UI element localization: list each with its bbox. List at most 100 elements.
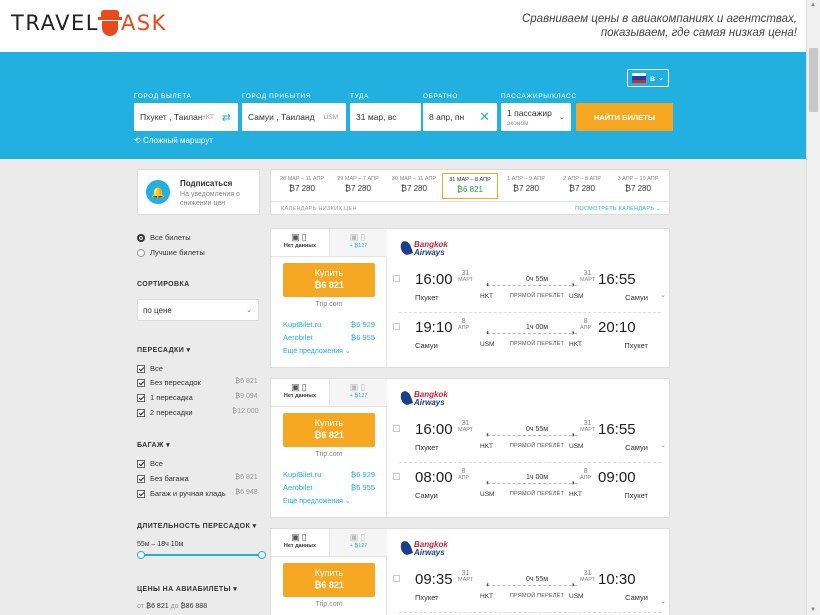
transfer-label: 2 пересадки — [150, 408, 193, 417]
flight-segment[interactable]: 08:00 8 АПР ◖ ◗ 1ч 00м ПРЯМОЙ ПЕРЕЛЁТ 8 АП… — [387, 468, 670, 509]
segment-checkbox[interactable] — [393, 425, 400, 432]
calendar-cell[interactable]: 3 АПР – 10 АПР ₿7 280 — [610, 173, 666, 199]
transfer-filter-2[interactable]: 2 пересадки ₿12 000 — [137, 408, 260, 418]
calendar-price: ₿7 280 — [289, 184, 315, 193]
chevron-down-icon[interactable]: ⌄ — [660, 597, 666, 605]
more-offers-link[interactable]: Ещё предложения ⌄ — [283, 347, 351, 355]
caret-down-icon: ▾ — [233, 586, 238, 593]
baggage-tab[interactable]: ▣▯ Нет данных — [271, 229, 329, 257]
chevron-down-icon: ⌄ — [657, 75, 664, 82]
baggage-filter-full[interactable]: Багаж и ручная кладь ₿6 948 — [137, 489, 260, 499]
depart-field[interactable]: 31 мар, вс — [350, 103, 421, 131]
arrival-time: 16:55 — [598, 271, 636, 288]
buy-button[interactable]: Купить ₿6 821 — [283, 263, 375, 297]
agent-link[interactable]: KupiBilet.ru — [283, 470, 321, 479]
page: TRAVEL ASK Сравниваем цены в авиакомпани… — [0, 0, 806, 615]
departure-date: 8 АПР — [458, 318, 469, 331]
clear-return-icon[interactable]: ✕ — [479, 109, 490, 125]
prices-title[interactable]: ЦЕНЫ НА АВИАБИЛЕТЫ ▾ — [137, 585, 237, 593]
departure-time: 08:00 — [415, 469, 453, 486]
to-value: Самуи , Таиланд — [248, 112, 315, 122]
calendar-dates: 1 АПР – 9 АПР — [507, 176, 545, 182]
scroll-up-icon[interactable]: ▲ — [810, 2, 816, 8]
segment-checkbox[interactable] — [393, 575, 400, 582]
agent-price[interactable]: ₿6 929 — [351, 320, 375, 329]
baggage-icon: ▣▯ — [291, 382, 309, 392]
scroll-down-icon[interactable]: ▼ — [810, 607, 816, 613]
calendar-cell[interactable]: 1 АПР – 9 АПР ₿7 280 — [498, 173, 554, 199]
duration-title[interactable]: ДЛИТЕЛЬНОСТЬ ПЕРЕСАДОК ▾ — [137, 522, 256, 530]
to-label: ГОРОД ПРИБЫТИЯ — [242, 93, 311, 100]
scrollbar-thumb[interactable] — [809, 48, 818, 112]
calendar-cell-selected[interactable]: 31 МАР – 8 АПР ₿6 821 — [442, 173, 498, 199]
chevron-down-icon[interactable]: ⌄ — [660, 441, 666, 449]
duration-range: 55м – 18ч 10м — [137, 541, 184, 548]
segment-checkbox[interactable] — [393, 323, 400, 330]
transfer-filter-1[interactable]: 1 пересадка ₿9 094 — [137, 393, 260, 403]
baggage-icon: ▣▯ — [291, 532, 309, 542]
landing-icon: ◗ — [571, 430, 576, 439]
landing-icon: ◗ — [571, 478, 576, 487]
duration-slider-track[interactable] — [141, 554, 262, 556]
baggage-label: Багаж и ручная кладь — [150, 489, 226, 498]
header: TRAVEL ASK Сравниваем цены в авиакомпани… — [0, 0, 806, 52]
baggage-filter-none[interactable]: Без багажа ₿6 821 — [137, 474, 260, 484]
departure-city: Пхукет — [415, 443, 439, 452]
calendar-cell[interactable]: 2 АПР – 8 АПР ₿7 280 — [554, 173, 610, 199]
arrival-code: HKT — [569, 341, 582, 348]
agency-name: Trip.com — [315, 301, 343, 308]
caret-down-icon: ▾ — [252, 523, 257, 530]
baggage-tab-extra[interactable]: ▣▯ + ₿127 — [329, 529, 387, 557]
duration-slider-min-handle[interactable] — [137, 551, 145, 559]
segment-divider — [399, 612, 661, 613]
chevron-down-icon[interactable]: ⌄ — [660, 291, 666, 299]
baggage-title[interactable]: БАГАЖ ▾ — [137, 441, 170, 449]
agent-price[interactable]: ₿6 955 — [351, 483, 375, 492]
flight-segment[interactable]: 16:00 31 МАРТ ◖ ◗ 0ч 55м ПРЯМОЙ ПЕРЕЛЁТ 3… — [387, 420, 670, 461]
segment-checkbox[interactable] — [393, 275, 400, 282]
calendar-cell[interactable]: 30 МАР – 11 АПР ₿7 280 — [386, 173, 442, 199]
language-select[interactable]: в ⌄ — [627, 69, 669, 87]
baggage-tab[interactable]: ▣▯ Нет данных — [271, 529, 329, 557]
month: АПР — [458, 475, 470, 481]
calendar-cell[interactable]: 28 МАР – 11 АПР ₿7 280 — [274, 173, 330, 199]
search-button[interactable]: НАЙТИ БИЛЕТЫ — [576, 103, 673, 131]
agent-link[interactable]: KupiBilet.ru — [283, 320, 321, 329]
swap-icon[interactable]: ⇄ — [222, 111, 231, 124]
to-field[interactable]: Самуи , Таиланд USM — [242, 103, 346, 131]
buy-button[interactable]: Купить ₿6 821 — [283, 413, 375, 447]
buy-button[interactable]: Купить ₿6 821 — [283, 563, 375, 597]
baggage-tab-extra[interactable]: ▣▯ + ₿127 — [329, 229, 387, 257]
baggage-icon: ▣▯ — [349, 532, 368, 542]
return-field[interactable]: 8 апр, пн ✕ — [423, 103, 497, 131]
agent-price[interactable]: ₿6 929 — [351, 470, 375, 479]
logo[interactable]: TRAVEL ASK — [11, 10, 167, 36]
flight-segment[interactable]: 16:00 31 МАРТ ◖ ◗ 0ч 55м ПРЯМОЙ ПЕРЕЛЁТ 3… — [387, 270, 670, 311]
baggage-tab-extra[interactable]: ▣▯ + ₿127 — [329, 379, 387, 407]
passengers-field[interactable]: 1 пассажир эконом ⌄ — [501, 103, 571, 131]
agent-link[interactable]: Aerobilet — [283, 333, 313, 342]
duration-slider-max-handle[interactable] — [258, 551, 266, 559]
flight-segment[interactable]: 19:10 8 АПР ◖ ◗ 1ч 00м ПРЯМОЙ ПЕРЕЛЁТ 8 АП… — [387, 318, 670, 359]
view-calendar-link[interactable]: ПОСМОТРЕТЬ КАЛЕНДАРЬ ⌄ — [575, 206, 661, 212]
all-tickets-radio[interactable]: Все билеты — [137, 233, 191, 243]
agent-price[interactable]: ₿6 955 — [351, 333, 375, 342]
transfer-filter-direct[interactable]: Без пересадок ₿6 821 — [137, 378, 260, 388]
baggage-filter-all[interactable]: Все — [137, 459, 260, 469]
segment-checkbox[interactable] — [393, 473, 400, 480]
calendar-price: ₿7 280 — [569, 184, 595, 193]
flight-segment[interactable]: 09:35 31 МАРТ ◖ ◗ 0ч 55м ПРЯМОЙ ПЕРЕЛЁТ 3… — [387, 570, 670, 611]
page-scrollbar[interactable]: ▲ ▼ — [806, 0, 820, 615]
route-line — [487, 585, 577, 586]
from-field[interactable]: Пхукет , Таилан HKT ⇄ — [134, 103, 238, 131]
sort-select[interactable]: по цене ⌄ — [137, 299, 259, 321]
agent-link[interactable]: Aerobilet — [283, 483, 313, 492]
complex-route-link[interactable]: ⟲ Сложный маршрут — [134, 136, 213, 145]
transfer-filter-all[interactable]: Все — [137, 364, 260, 374]
baggage-tab[interactable]: ▣▯ Нет данных — [271, 379, 329, 407]
subscribe-card[interactable]: 🔔 Подписаться На уведомления о снижении … — [137, 169, 260, 215]
more-offers-link[interactable]: Ещё предложения ⌄ — [283, 497, 351, 505]
calendar-cell[interactable]: 29 МАР – 7 АПР ₿7 280 — [330, 173, 386, 199]
best-tickets-radio[interactable]: Лучшие билеты — [137, 248, 205, 258]
transfers-title[interactable]: ПЕРЕСАДКИ ▾ — [137, 346, 190, 354]
